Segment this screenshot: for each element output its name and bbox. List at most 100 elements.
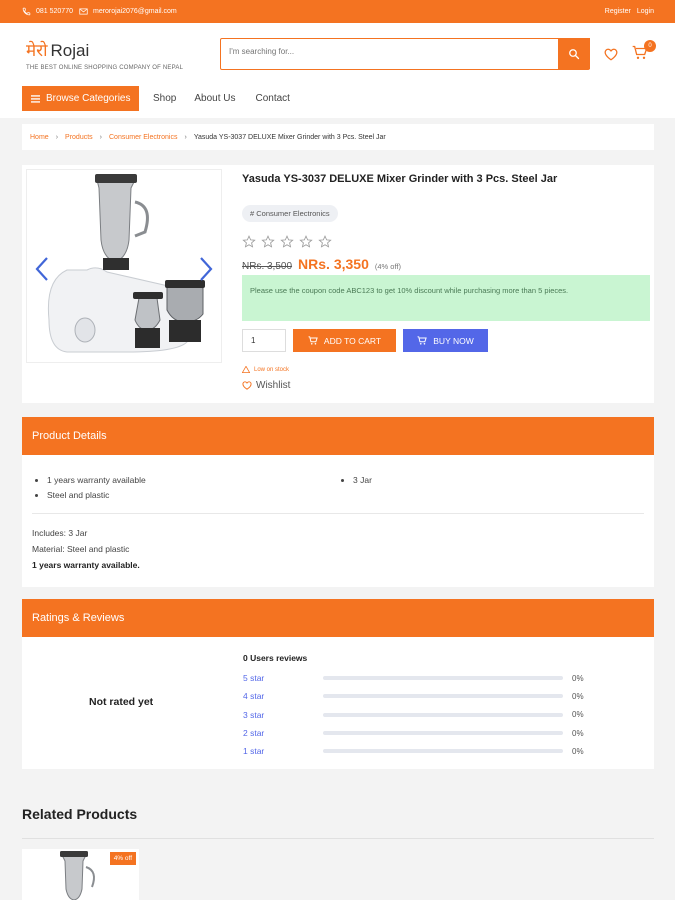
wishlist-heart-icon[interactable] (604, 48, 618, 61)
rating-progress-bar (323, 731, 563, 736)
review-count: 0 Users reviews (243, 653, 308, 663)
rating-row: 1 star 0% (243, 742, 593, 760)
mail-icon (79, 8, 88, 15)
cart-icon (417, 336, 428, 345)
breadcrumb-home[interactable]: Home (30, 134, 49, 141)
rating-progress-bar (323, 676, 563, 681)
browse-categories-button[interactable]: Browse Categories (22, 86, 139, 111)
price-block: NRs. 3,500 NRs. 3,350 (4% off) (242, 256, 650, 272)
breadcrumb-products[interactable]: Products (65, 134, 93, 141)
quantity-input[interactable]: 1 (242, 329, 286, 352)
rating-progress-bar (323, 694, 563, 699)
rating-star-link[interactable]: 2 star (243, 728, 323, 738)
category-tag[interactable]: # Consumer Electronics (242, 205, 338, 222)
discount-label: (4% off) (374, 262, 401, 271)
search-button[interactable] (558, 38, 590, 69)
product-details-title: Product Details (32, 430, 107, 442)
product-title: Yasuda YS-3037 DELUXE Mixer Grinder with… (242, 173, 558, 185)
buy-now-label: BUY NOW (433, 335, 474, 346)
wishlist-label: Wishlist (256, 380, 291, 391)
add-to-cart-button[interactable]: ADD TO CART (293, 329, 396, 352)
rating-row: 5 star 0% (243, 669, 593, 687)
rating-star-link[interactable]: 3 star (243, 710, 323, 720)
phone-icon (22, 7, 31, 16)
related-products-title: Related Products (22, 806, 138, 822)
nav-shop[interactable]: Shop (153, 93, 176, 104)
menu-icon (31, 94, 40, 103)
list-item: 3 Jar (353, 475, 372, 485)
rating-star-link[interactable]: 1 star (243, 746, 323, 756)
product-details-header: Product Details (22, 417, 654, 455)
breadcrumb-category[interactable]: Consumer Electronics (109, 134, 177, 141)
rating-progress-bar (323, 749, 563, 754)
search-bar (220, 38, 590, 70)
rating-percent: 0% (572, 710, 584, 720)
add-to-cart-label: ADD TO CART (323, 335, 382, 346)
rating-progress-bar (323, 712, 563, 717)
product-section: Yasuda YS-3037 DELUXE Mixer Grinder with… (22, 165, 654, 403)
details-list-left: 1 years warranty available Steel and pla… (47, 475, 146, 505)
breadcrumb-current: Yasuda YS-3037 DELUXE Mixer Grinder with… (193, 133, 386, 141)
product-image-carousel (26, 169, 222, 363)
cart-button[interactable]: 0 (632, 40, 656, 63)
search-input[interactable] (229, 47, 549, 56)
coupon-notice: Please use the coupon code ABC123 to get… (242, 275, 650, 321)
warranty-text: 1 years warranty available. (32, 560, 140, 570)
wishlist-button[interactable]: Wishlist (242, 380, 650, 391)
divider (32, 513, 644, 514)
includes-text: Includes: 3 Jar (32, 528, 88, 538)
email-contact[interactable]: merorojai2076@gmail.com (79, 7, 177, 16)
rating-star-link[interactable]: 4 star (243, 691, 323, 701)
email-text: merorojai2076@gmail.com (92, 8, 177, 15)
sale-price: NRs. 3,350 (298, 256, 369, 272)
ratings-header: Ratings & Reviews (22, 599, 654, 637)
nav-about-us[interactable]: About Us (194, 93, 235, 104)
star-outline-icon (242, 235, 256, 248)
phone-contact[interactable]: 081 520770 (22, 7, 73, 16)
stock-status: Low on stock (242, 366, 650, 373)
nav-contact[interactable]: Contact (256, 93, 290, 104)
product-info: Yasuda YS-3037 DELUXE Mixer Grinder with… (242, 173, 650, 391)
divider (22, 838, 654, 839)
review-breakdown: 0 Users reviews 5 star 0% 4 star 0% 3 star 0%… (243, 653, 593, 760)
chevron-right-icon: › (99, 133, 102, 141)
browse-categories-label: Browse Categories (46, 93, 131, 104)
heart-icon (242, 381, 252, 390)
logo-name: Rojai (50, 41, 90, 60)
star-outline-icon (299, 235, 313, 248)
rating-row: 3 star 0% (243, 706, 593, 724)
site-logo[interactable]: मेरो Rojai THE BEST ONLINE SHOPPING COMPA… (26, 38, 183, 71)
carousel-next-arrow-icon[interactable] (199, 256, 213, 282)
chevron-right-icon: › (184, 133, 187, 141)
stock-status-text: Low on stock (254, 366, 290, 373)
related-product-card[interactable]: 4% off (22, 849, 139, 900)
logo-devanagari: मेरो (26, 41, 48, 60)
star-outline-icon (261, 235, 275, 248)
rating-percent: 0% (572, 746, 584, 756)
details-list-right: 3 Jar (353, 475, 372, 490)
rating-row: 2 star 0% (243, 724, 593, 742)
ratings-section: Not rated yet 0 Users reviews 5 star 0% 4 … (22, 637, 654, 769)
register-link[interactable]: Register (605, 8, 631, 15)
rating-percent: 0% (572, 673, 584, 683)
star-outline-icon (280, 235, 294, 248)
original-price: NRs. 3,500 (242, 261, 293, 272)
list-item: 1 years warranty available (47, 475, 146, 485)
main-nav: Browse Categories Shop About Us Contact (22, 86, 290, 111)
not-rated-text: Not rated yet (89, 696, 154, 708)
product-details: 1 years warranty available Steel and pla… (22, 455, 654, 587)
logo-tagline: THE BEST ONLINE SHOPPING COMPANY OF NEPA… (26, 65, 184, 71)
warning-icon (242, 366, 250, 373)
phone-text: 081 520770 (36, 8, 73, 15)
discount-badge: 4% off (109, 852, 136, 865)
product-image[interactable] (27, 170, 221, 362)
top-bar: 081 520770 merorojai2076@gmail.com Regis… (0, 0, 675, 23)
carousel-prev-arrow-icon[interactable] (35, 256, 49, 282)
search-icon (569, 48, 580, 59)
buy-now-button[interactable]: BUY NOW (403, 329, 488, 352)
rating-percent: 0% (572, 691, 584, 701)
rating-star-link[interactable]: 5 star (243, 673, 323, 683)
breadcrumb: Home › Products › Consumer Electronics ›… (22, 124, 654, 150)
login-link[interactable]: Login (637, 8, 654, 15)
site-header: मेरो Rojai THE BEST ONLINE SHOPPING COMPA… (0, 23, 675, 118)
